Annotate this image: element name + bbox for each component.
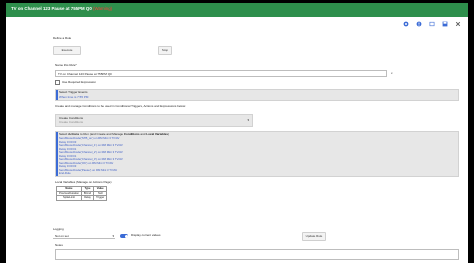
display-values-label: Display current values [131, 233, 161, 237]
define-rule-heading: Define a Rule [53, 36, 72, 40]
logging-select-value: Not on set [55, 234, 69, 238]
conditions-select[interactable]: Create Conditions Create Conditions ▾ [55, 114, 253, 127]
logging-select[interactable]: Not on set ▾ [53, 233, 115, 239]
table-cell: PreviousDuration [56, 190, 82, 197]
window-title: TV on Channel 123 Pause at 755PM Q0 (War… [11, 6, 112, 12]
rule-title-text: TV on Channel 123 Pause at 755PM Q0 [11, 6, 92, 11]
close-icon[interactable] [454, 20, 462, 28]
table-icon[interactable] [428, 20, 436, 28]
save-icon[interactable] [441, 20, 449, 28]
local-variables-table: Name Type Value PreviousDuration BCmd Nu… [56, 186, 108, 201]
stop-button[interactable]: Stop [158, 46, 172, 55]
chevron-down-icon: ▾ [112, 234, 114, 238]
table-cell: SpikeLimit [56, 195, 82, 201]
table-cell: Trigger [93, 195, 108, 201]
trigger-panel[interactable]: Select Trigger Events When time is 7:55 … [55, 89, 459, 101]
conditions-placeholder: Create Conditions [59, 120, 84, 124]
logical-expressions-checkbox[interactable] [55, 80, 60, 85]
conditions-intro: Create and manage Conditions to be used … [55, 104, 186, 108]
actions-title-bold: Local Variables [146, 132, 169, 136]
notes-label: Notes [55, 243, 63, 247]
execute-button[interactable]: Execute [53, 46, 81, 55]
trigger-value[interactable]: When time is 7:55 PM [59, 95, 88, 100]
logging-label: Logging [53, 227, 64, 231]
table-cell: Delay [80, 195, 95, 201]
action-line: End-Rule [59, 171, 71, 175]
logical-expressions-label: Use Required Expression [62, 79, 97, 84]
rule-name-input[interactable]: TV on Channel 123 Pause at 755PM Q0 [55, 70, 387, 77]
actions-title-text: ) [168, 132, 170, 136]
title-bar: TV on Channel 123 Pause at 755PM Q0 (War… [6, 3, 468, 17]
help-icon[interactable] [415, 20, 423, 28]
warning-badge: (Warning) [93, 6, 113, 11]
trigger-accent [56, 90, 58, 100]
notes-textarea[interactable] [55, 249, 459, 260]
rule-window: TV on Channel 123 Pause at 755PM Q0 (War… [6, 3, 468, 263]
actions-accent [56, 132, 58, 176]
rule-name-label: Name this Rule* [55, 63, 77, 67]
display-values-toggle[interactable] [120, 234, 128, 238]
actions-list[interactable]: SendStoredCode('STB_on') on RM Mini 3 TV… [59, 136, 123, 176]
required-mark: x [391, 71, 393, 75]
actions-title-bold: Conditions [123, 132, 140, 136]
toolbar [402, 20, 462, 28]
update-rule-button[interactable]: Update Rule [302, 232, 326, 241]
local-variables-label: Local Variables (Manage on Actions Page) [55, 180, 112, 184]
rule-content: Define a Rule Execute Stop Name this Rul… [6, 17, 468, 263]
logical-expressions-row: Use Required Expression [55, 80, 96, 85]
chevron-down-icon: ▾ [247, 118, 249, 122]
table-row[interactable]: SpikeLimit Delay Trigger [56, 195, 108, 201]
gear-icon[interactable] [402, 20, 410, 28]
actions-panel[interactable]: Select Actions to Run (and Create and Ma… [55, 131, 459, 177]
